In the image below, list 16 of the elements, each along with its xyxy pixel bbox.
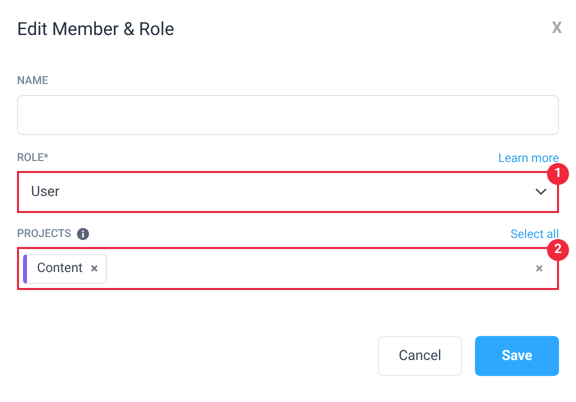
field-label: ROLE* bbox=[17, 151, 49, 165]
select-all-link[interactable]: Select all bbox=[510, 227, 559, 241]
save-button[interactable]: Save bbox=[475, 336, 559, 376]
cancel-button[interactable]: Cancel bbox=[378, 336, 462, 376]
learn-more-link[interactable]: Learn more bbox=[498, 151, 559, 165]
clear-button[interactable]: × bbox=[536, 262, 543, 276]
project-tag: Content × bbox=[23, 254, 108, 284]
chevron-down-icon bbox=[535, 188, 547, 196]
field-label: NAME bbox=[17, 74, 50, 88]
field-label: PROJECTS bbox=[17, 227, 72, 241]
annotation-badge: 1 bbox=[547, 163, 569, 185]
dialog-title: Edit Member & Role bbox=[17, 18, 174, 42]
close-button[interactable]: X bbox=[552, 18, 562, 38]
annotation-badge: 2 bbox=[547, 239, 569, 261]
remove-tag-button[interactable]: × bbox=[90, 262, 98, 276]
info-icon bbox=[77, 228, 90, 240]
